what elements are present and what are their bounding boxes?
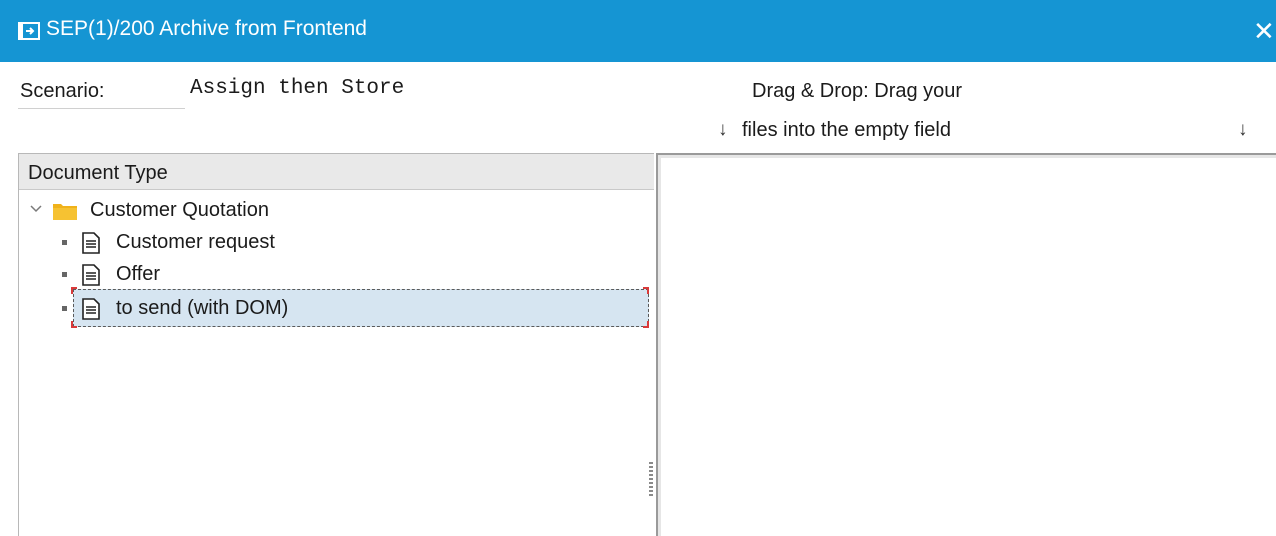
document-icon	[82, 232, 100, 254]
tree-node-customer-request[interactable]: Customer request	[60, 228, 460, 258]
document-icon	[82, 264, 100, 286]
scenario-value: Assign then Store	[190, 77, 405, 100]
file-drop-zone[interactable]	[656, 153, 1276, 536]
drag-drop-hint-line1: Drag & Drop: Drag your	[752, 80, 963, 102]
tree-header-label: Document Type	[28, 162, 168, 184]
focus-corner	[643, 321, 649, 328]
title-bar: SEP(1)/200 Archive from Frontend ✕	[0, 0, 1276, 62]
bullet-icon	[62, 272, 67, 277]
bullet-icon	[62, 240, 67, 245]
tree-header: Document Type	[19, 154, 654, 190]
file-drop-zone-inner	[658, 155, 1276, 536]
chevron-down-icon[interactable]	[30, 204, 42, 214]
tree-node-label: to send (with DOM)	[116, 297, 289, 319]
scenario-label: Scenario:	[20, 80, 105, 102]
bullet-icon	[62, 306, 67, 311]
scenario-label-divider	[18, 108, 185, 109]
pane-splitter-handle[interactable]	[649, 462, 653, 496]
tree-node-label: Customer Quotation	[90, 199, 269, 221]
tree-node-offer[interactable]: Offer	[60, 260, 460, 290]
window-title: SEP(1)/200 Archive from Frontend	[46, 17, 367, 40]
tree-node-customer-quotation[interactable]: Customer Quotation	[30, 196, 430, 226]
focus-corner	[71, 287, 77, 294]
window-menu-icon[interactable]	[18, 22, 40, 40]
folder-icon	[53, 204, 77, 220]
arrow-down-icon: ↓	[1238, 119, 1248, 140]
document-icon	[82, 298, 100, 320]
focus-corner	[643, 287, 649, 294]
tree-node-label: Customer request	[116, 231, 275, 253]
tree-node-label: Offer	[116, 263, 161, 285]
arrow-down-icon: ↓	[718, 119, 728, 140]
close-button[interactable]: ✕	[1253, 16, 1276, 46]
tree-node-to-send-with-dom[interactable]: to send (with DOM)	[60, 294, 640, 324]
drag-drop-hint-line2: files into the empty field	[742, 119, 951, 141]
